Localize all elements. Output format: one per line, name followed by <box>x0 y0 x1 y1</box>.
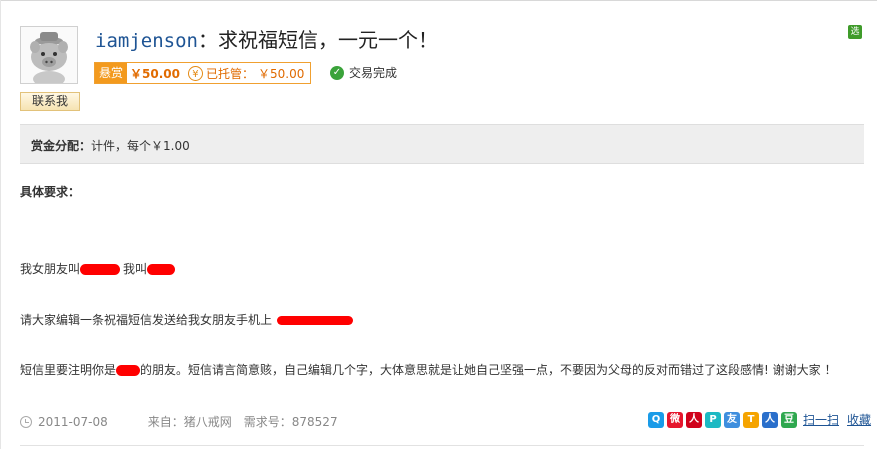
frame-left-border <box>0 0 1 449</box>
escrow-label: 已托管： <box>205 66 254 81</box>
paragraph-text: 我女朋友叫 <box>20 262 81 276</box>
contact-me-button[interactable]: 联系我 <box>20 92 80 111</box>
paragraph-text: 的朋友。短信请言简意赅，自己编辑几个字，大体意思就是让她自己坚强一点，不要因为父… <box>140 363 837 377</box>
post-meta: 2011-07-08 来自：猪八戒网 需求号：878527 <box>20 413 338 430</box>
douban-icon[interactable]: 豆 <box>781 411 797 428</box>
pengyou-icon[interactable]: 友 <box>724 411 740 428</box>
escrow-amount: ￥50.00 <box>258 66 305 81</box>
qq-icon[interactable]: Q <box>648 411 664 428</box>
share-bar: Q 微 人 P 友 T 人 豆 扫一扫 收藏 <box>648 411 871 428</box>
paragraph-text: 短信里要注明你是 <box>20 363 117 377</box>
qzone-icon[interactable]: P <box>705 411 721 428</box>
check-circle-icon: ✓ <box>330 65 344 80</box>
reward-box: 悬赏 ￥50.00 ¥ 已托管： ￥50.00 <box>94 62 312 84</box>
frame-top-border <box>0 0 877 1</box>
paragraph-text: 我叫 <box>123 262 148 276</box>
username-link[interactable]: iamjenson <box>95 30 198 52</box>
favorite-link[interactable]: 收藏 <box>847 411 871 428</box>
page-title: iamjenson：求祝福短信，一元一个！ <box>95 24 438 53</box>
bottom-divider <box>20 445 864 446</box>
reward-amount: ￥50.00 <box>130 66 180 81</box>
requirement-paragraph-2: 请大家编辑一条祝福短信发送给我女朋友手机上 <box>20 311 354 328</box>
status-label: 交易完成 <box>349 66 398 80</box>
paragraph-text: 请大家编辑一条祝福短信发送给我女朋友手机上 <box>20 313 273 327</box>
requirement-paragraph-1: 我女朋友叫 我叫 <box>20 260 176 277</box>
coin-icon: ¥ <box>187 65 203 81</box>
pig-avatar-icon <box>21 27 77 83</box>
redaction-mark <box>80 264 121 275</box>
redaction-mark <box>147 264 176 275</box>
requirement-paragraph-3: 短信里要注明你是 的朋友。短信请言简意赅，自己编辑几个字，大体意思就是让她自己坚强… <box>20 361 836 378</box>
allocation-label: 赏金分配： <box>31 139 92 153</box>
weibo-icon[interactable]: 微 <box>667 411 683 428</box>
avatar[interactable] <box>20 26 78 84</box>
post-date: 2011-07-08 <box>38 414 108 429</box>
status-badge: ✓ 交易完成 <box>330 64 397 81</box>
redaction-mark <box>116 365 141 376</box>
scan-link[interactable]: 扫一扫 <box>803 411 839 428</box>
tianya-icon[interactable]: T <box>743 411 759 428</box>
request-number: 需求号：878527 <box>243 415 338 429</box>
reward-tag: 悬赏 <box>95 63 128 83</box>
allocation-box: 赏金分配：计件，每个￥1.00 <box>20 124 864 164</box>
allocation-value: 计件，每个￥1.00 <box>91 139 190 153</box>
clock-icon <box>20 415 32 428</box>
source-label: 来自：猪八戒网 <box>147 415 232 429</box>
redaction-mark <box>277 316 354 325</box>
requirements-heading: 具体要求： <box>20 185 81 199</box>
task-title: ：求祝福短信，一元一个！ <box>197 28 438 52</box>
renren-people-icon[interactable]: 人 <box>762 411 778 428</box>
selected-badge-icon: 选 <box>848 25 862 39</box>
renren-icon[interactable]: 人 <box>686 411 702 428</box>
